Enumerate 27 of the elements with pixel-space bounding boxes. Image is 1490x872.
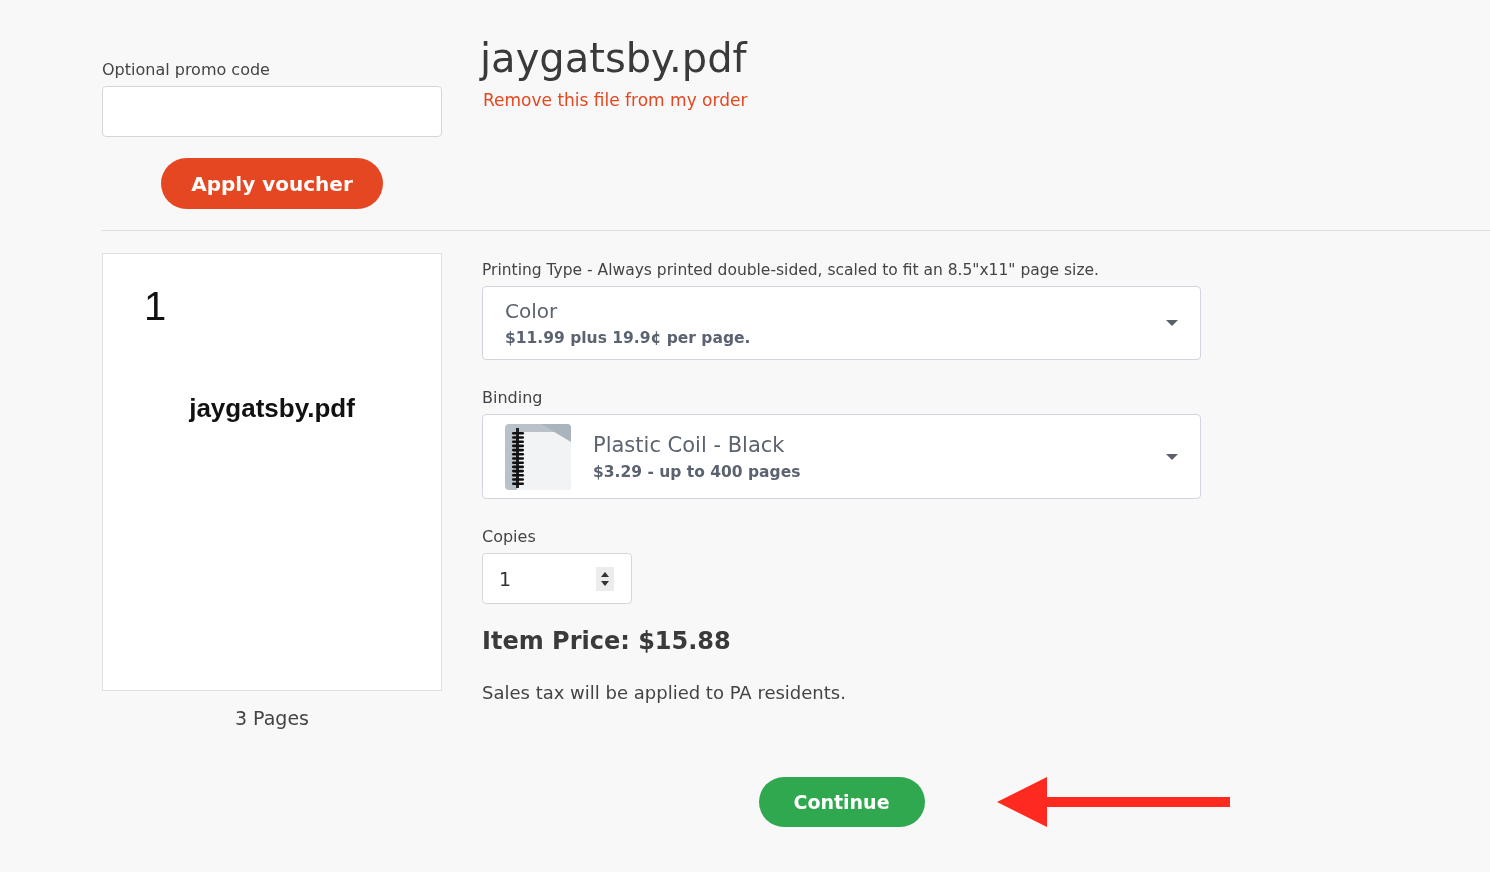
promo-code-label: Optional promo code xyxy=(102,59,271,81)
printing-type-value: Color xyxy=(505,297,559,324)
remove-file-link[interactable]: Remove this file from my order xyxy=(483,88,748,112)
item-price: Item Price: $15.88 xyxy=(482,626,732,657)
printing-type-label: Printing Type - Always printed double-sided, scaled to fit an 8.5"x11" page size. xyxy=(482,260,1100,281)
page-text: jaygatsby.pdf xyxy=(189,392,355,424)
promo-code-field[interactable] xyxy=(102,86,442,137)
spinner-arrows-icon[interactable] xyxy=(596,566,614,591)
printing-type-detail: $11.99 plus 19.9¢ per page. xyxy=(505,327,752,349)
copies-value: 1 xyxy=(499,566,513,591)
printing-type-select[interactable]: Color $11.99 plus 19.9¢ per page. xyxy=(482,286,1201,360)
page-count: 3 Pages xyxy=(235,706,309,731)
apply-voucher-button[interactable]: Apply voucher xyxy=(161,158,383,209)
file-title: jaygatsby.pdf xyxy=(480,34,748,83)
spiral-notebook-icon xyxy=(505,423,571,490)
continue-button[interactable]: Continue xyxy=(758,777,925,827)
binding-select[interactable]: Plastic Coil - Black $3.29 - up to 400 pages xyxy=(482,414,1201,499)
binding-label: Binding xyxy=(482,387,544,409)
dropdown-caret-icon xyxy=(1166,453,1178,460)
left-arrow-icon xyxy=(997,777,1230,827)
binding-detail: $3.29 - up to 400 pages xyxy=(593,461,802,483)
binding-value: Plastic Coil - Black xyxy=(593,431,786,459)
copies-field[interactable]: 1 xyxy=(482,553,632,604)
dropdown-caret-icon xyxy=(1166,320,1178,326)
page-number: 1 xyxy=(144,284,167,328)
copies-label: Copies xyxy=(482,526,537,548)
sales-tax-note: Sales tax will be applied to PA residents. xyxy=(482,681,847,705)
